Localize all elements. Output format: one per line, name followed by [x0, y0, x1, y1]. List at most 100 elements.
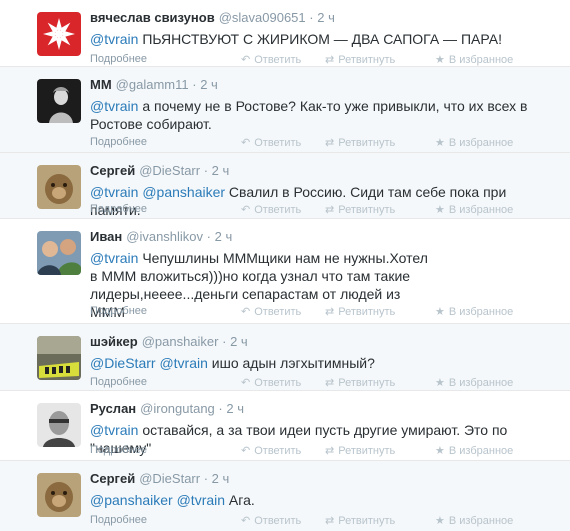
- retweet-label: Ретвитнуть: [338, 377, 396, 389]
- details-link[interactable]: Подробнее: [90, 376, 147, 388]
- mention-link[interactable]: @tvrain: [177, 492, 225, 508]
- mention-link[interactable]: @tvrain: [159, 355, 207, 371]
- retweet-label: Ретвитнуть: [338, 306, 396, 318]
- user-name[interactable]: ММ: [90, 77, 112, 92]
- tweet[interactable]: ММ @galamm11 · 2 ч @tvrain а почему не в …: [0, 67, 570, 153]
- tweet-header: Сергей @DieStarr · 2 ч: [90, 471, 229, 486]
- favorite-button[interactable]: ★ В избранное: [435, 203, 513, 216]
- retweet-button[interactable]: ⇄ Ретвитнуть: [325, 514, 435, 527]
- details-link[interactable]: Подробнее: [90, 53, 147, 65]
- avatar[interactable]: [37, 403, 81, 447]
- mention-link[interactable]: @tvrain: [90, 422, 138, 438]
- mention-link[interactable]: @tvrain: [90, 250, 138, 266]
- tweet-actions: ↶ Ответить ⇄ Ретвитнуть ★ В избранное: [241, 305, 513, 318]
- details-link[interactable]: Подробнее: [90, 514, 147, 526]
- reply-button[interactable]: ↶ Ответить: [241, 444, 325, 457]
- tweet[interactable]: вячеслав свизунов @slava090651 · 2 ч @tvr…: [0, 0, 570, 67]
- user-name[interactable]: Иван: [90, 229, 122, 244]
- mention-link[interactable]: @panshaiker: [90, 492, 173, 508]
- star-icon: ★: [435, 137, 445, 149]
- tweet-footer: Подробнее ↶ Ответить ⇄ Ретвитнуть ★ В избранн…: [90, 376, 513, 389]
- user-name[interactable]: Сергей: [90, 163, 135, 178]
- favorite-button[interactable]: ★ В избранное: [435, 376, 513, 389]
- retweet-label: Ретвитнуть: [338, 445, 396, 457]
- timestamp[interactable]: 2 ч: [212, 471, 230, 486]
- reply-button[interactable]: ↶ Ответить: [241, 514, 325, 527]
- tweet-footer: Подробнее ↶ Ответить ⇄ Ретвитнуть ★ В избранн…: [90, 53, 513, 66]
- reply-button[interactable]: ↶ Ответить: [241, 376, 325, 389]
- tweet-header: Сергей @DieStarr · 2 ч: [90, 163, 229, 178]
- retweet-icon: ⇄: [325, 377, 335, 389]
- tweet-text: @DieStarr @tvrain ишо адын лэгхытимный?: [90, 354, 555, 372]
- time-separator: ·: [222, 334, 227, 349]
- mention-link[interactable]: @panshaiker: [142, 184, 225, 200]
- tweet-actions: ↶ Ответить ⇄ Ретвитнуть ★ В избранное: [241, 53, 513, 66]
- timestamp[interactable]: 2 ч: [226, 401, 244, 416]
- tweet[interactable]: шэйкер @panshaiker · 2 ч @DieStarr @tvrai…: [0, 324, 570, 391]
- reply-button[interactable]: ↶ Ответить: [241, 136, 325, 149]
- user-name[interactable]: Руслан: [90, 401, 136, 416]
- avatar[interactable]: [37, 473, 81, 517]
- favorite-label: В избранное: [448, 54, 514, 66]
- user-handle[interactable]: @galamm11: [116, 77, 189, 92]
- avatar[interactable]: [37, 79, 81, 123]
- details-link[interactable]: Подробнее: [90, 305, 147, 317]
- tweet[interactable]: Сергей @DieStarr · 2 ч @tvrain @panshaike…: [0, 153, 570, 219]
- timestamp[interactable]: 2 ч: [200, 77, 218, 92]
- avatar[interactable]: [37, 12, 81, 56]
- favorite-button[interactable]: ★ В избранное: [435, 53, 513, 66]
- tweet-footer: Подробнее ↶ Ответить ⇄ Ретвитнуть ★ В избранн…: [90, 203, 513, 216]
- user-name[interactable]: вячеслав свизунов: [90, 10, 215, 25]
- details-link[interactable]: Подробнее: [90, 444, 147, 456]
- user-name[interactable]: Сергей: [90, 471, 135, 486]
- retweet-button[interactable]: ⇄ Ретвитнуть: [325, 444, 435, 457]
- tweet[interactable]: Иван @ivanshlikov · 2 ч @tvrain Чепушлины…: [0, 219, 570, 324]
- tweet-body: Ага.: [225, 492, 255, 508]
- favorite-button[interactable]: ★ В избранное: [435, 514, 513, 527]
- timestamp[interactable]: 2 ч: [212, 163, 230, 178]
- user-handle[interactable]: @irongutang: [140, 401, 215, 416]
- retweet-icon: ⇄: [325, 204, 335, 216]
- tweet-actions: ↶ Ответить ⇄ Ретвитнуть ★ В избранное: [241, 136, 513, 149]
- retweet-button[interactable]: ⇄ Ретвитнуть: [325, 53, 435, 66]
- retweet-icon: ⇄: [325, 515, 335, 527]
- user-handle[interactable]: @ivanshlikov: [126, 229, 203, 244]
- mention-link[interactable]: @tvrain: [90, 98, 138, 114]
- retweet-button[interactable]: ⇄ Ретвитнуть: [325, 376, 435, 389]
- user-handle[interactable]: @panshaiker: [142, 334, 219, 349]
- reply-button[interactable]: ↶ Ответить: [241, 53, 325, 66]
- user-handle[interactable]: @DieStarr: [139, 471, 200, 486]
- timestamp[interactable]: 2 ч: [215, 229, 233, 244]
- tweet-footer: Подробнее ↶ Ответить ⇄ Ретвитнуть ★ В избранн…: [90, 514, 513, 527]
- user-name[interactable]: шэйкер: [90, 334, 138, 349]
- reply-label: Ответить: [254, 377, 302, 389]
- star-icon: ★: [435, 204, 445, 216]
- reply-button[interactable]: ↶ Ответить: [241, 203, 325, 216]
- retweet-button[interactable]: ⇄ Ретвитнуть: [325, 305, 435, 318]
- mention-link[interactable]: @tvrain: [90, 184, 138, 200]
- details-link[interactable]: Подробнее: [90, 136, 147, 148]
- favorite-button[interactable]: ★ В избранное: [435, 136, 513, 149]
- user-handle[interactable]: @slava090651: [219, 10, 306, 25]
- avatar[interactable]: [37, 165, 81, 209]
- timestamp[interactable]: 2 ч: [230, 334, 248, 349]
- details-link[interactable]: Подробнее: [90, 203, 147, 215]
- favorite-button[interactable]: ★ В избранное: [435, 305, 513, 318]
- tweet[interactable]: Сергей @DieStarr · 2 ч @panshaiker @tvrai…: [0, 461, 570, 531]
- mention-link[interactable]: @DieStarr: [90, 355, 156, 371]
- time-separator: ·: [309, 10, 314, 25]
- retweet-button[interactable]: ⇄ Ретвитнуть: [325, 136, 435, 149]
- timestamp[interactable]: 2 ч: [317, 10, 335, 25]
- tweet-header: вячеслав свизунов @slava090651 · 2 ч: [90, 10, 335, 25]
- avatar[interactable]: [37, 231, 81, 275]
- favorite-button[interactable]: ★ В избранное: [435, 444, 513, 457]
- retweet-icon: ⇄: [325, 306, 335, 318]
- retweet-button[interactable]: ⇄ Ретвитнуть: [325, 203, 435, 216]
- user-handle[interactable]: @DieStarr: [139, 163, 200, 178]
- tweet[interactable]: Руслан @irongutang · 2 ч @tvrain оставайс…: [0, 391, 570, 461]
- reply-button[interactable]: ↶ Ответить: [241, 305, 325, 318]
- retweet-icon: ⇄: [325, 54, 335, 66]
- mention-link[interactable]: @tvrain: [90, 31, 138, 47]
- avatar[interactable]: [37, 336, 81, 380]
- reply-label: Ответить: [254, 54, 302, 66]
